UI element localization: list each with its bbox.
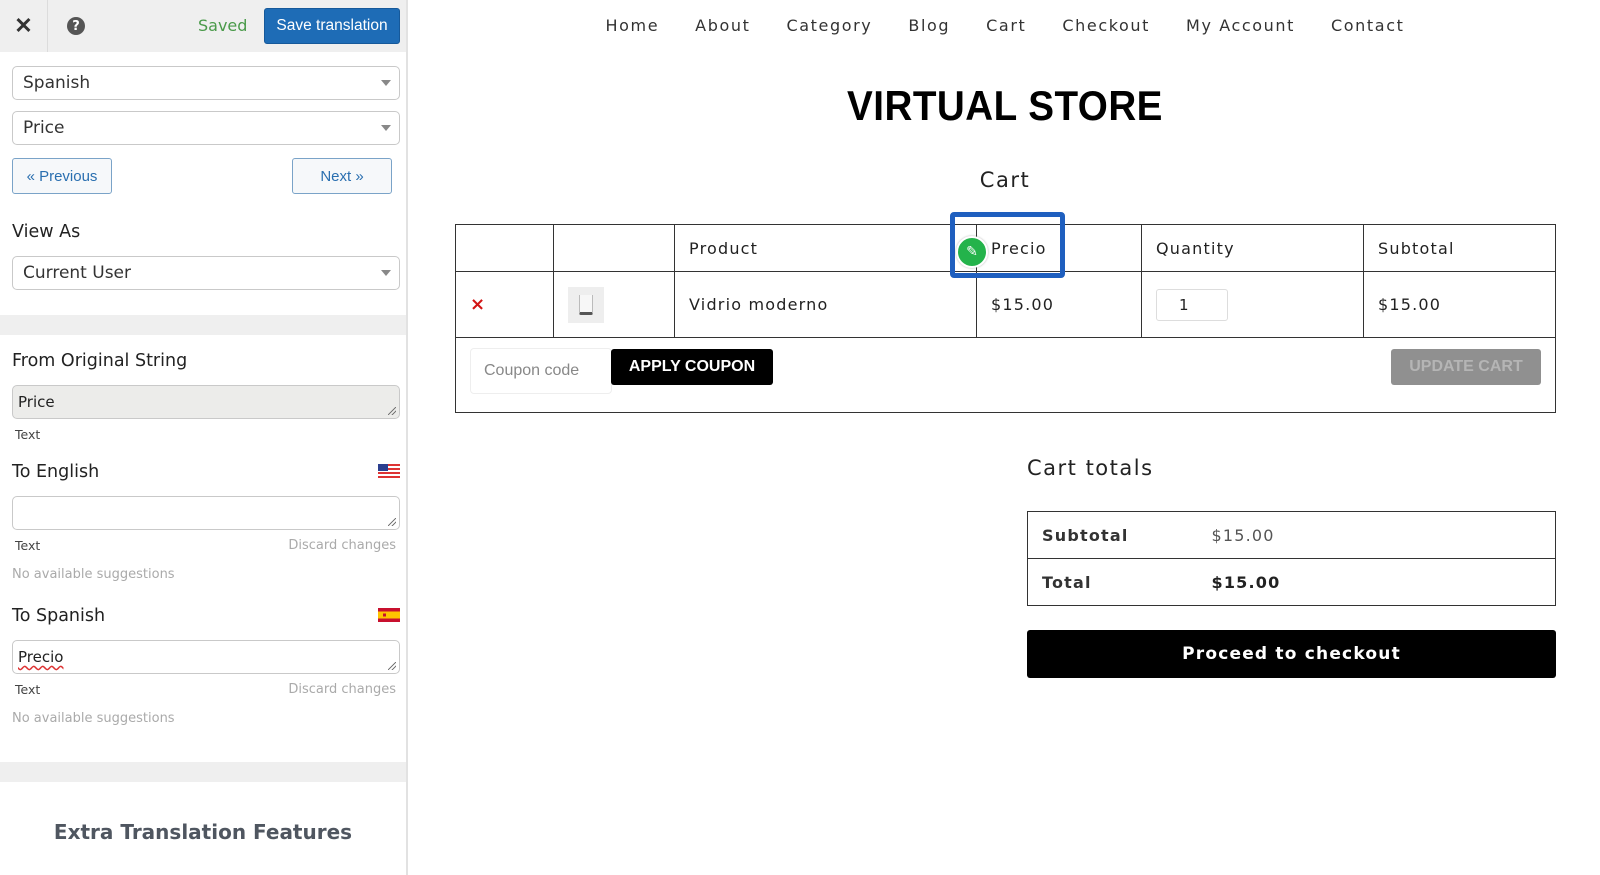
- menu-item-cart[interactable]: Cart: [986, 16, 1026, 35]
- site-preview: Home About Category Blog Cart Checkout M…: [410, 0, 1600, 875]
- totals-row: Subtotal $15.00: [1027, 511, 1556, 559]
- to-spanish-label: To Spanish: [12, 606, 106, 626]
- help-icon: ?: [67, 17, 85, 35]
- next-button[interactable]: Next »: [292, 158, 392, 194]
- english-discard-changes-link[interactable]: Discard changes: [288, 538, 396, 553]
- totals-label: Subtotal: [1027, 511, 1212, 559]
- store-title[interactable]: VIRTUAL STORE: [458, 82, 1553, 130]
- original-string-value: Price: [18, 393, 55, 411]
- spanish-discard-changes-link[interactable]: Discard changes: [288, 682, 396, 697]
- coupon-code-input[interactable]: Coupon code: [470, 348, 612, 394]
- pencil-icon: ✎: [966, 244, 978, 260]
- string-select-value: Price: [23, 118, 65, 138]
- cart-actions-row: Coupon code APPLY COUPON UPDATE CART: [455, 337, 1556, 413]
- header-subtotal: Subtotal: [1363, 224, 1556, 272]
- language-select-value: Spanish: [23, 73, 91, 93]
- close-button[interactable]: ✕: [0, 0, 48, 52]
- edit-translation-button[interactable]: ✎: [956, 236, 988, 268]
- quantity-input[interactable]: 1: [1156, 288, 1228, 321]
- spanish-translation-input[interactable]: Precio: [12, 640, 400, 674]
- view-as-select[interactable]: Current User: [12, 256, 400, 290]
- es-flag-icon: [378, 608, 400, 622]
- english-translation-input[interactable]: [12, 496, 400, 530]
- chevron-down-icon: [381, 125, 391, 131]
- panel-toolbar: ✕ ? Saved Save translation: [0, 0, 406, 52]
- apply-coupon-button[interactable]: APPLY COUPON: [611, 349, 773, 385]
- close-icon: ✕: [14, 13, 33, 38]
- menu-item-home[interactable]: Home: [606, 16, 660, 35]
- remove-item-icon[interactable]: ×: [470, 294, 486, 315]
- previous-button[interactable]: « Previous: [12, 158, 112, 194]
- section-divider: [0, 762, 406, 782]
- glass-image: [579, 294, 593, 315]
- spanish-translation-value: Precio: [18, 648, 64, 666]
- us-flag-icon: [378, 464, 400, 478]
- totals-value: $15.00: [1211, 511, 1556, 559]
- chevron-down-icon: [381, 270, 391, 276]
- header-remove: [455, 224, 554, 272]
- chevron-down-icon: [381, 80, 391, 86]
- header-product: Product: [674, 224, 977, 272]
- totals-value: $15.00: [1211, 558, 1556, 606]
- view-as-label: View As: [12, 222, 81, 242]
- to-english-label: To English: [12, 462, 100, 482]
- resize-handle-icon[interactable]: [388, 662, 396, 670]
- menu-item-blog[interactable]: Blog: [908, 16, 950, 35]
- section-divider: [0, 315, 406, 335]
- spanish-suggestions-text: No available suggestions: [12, 711, 175, 726]
- header-price[interactable]: Precio: [976, 224, 1142, 272]
- header-thumbnail: [553, 224, 675, 272]
- cart-table: Product Precio Quantity Subtotal × Vidri…: [455, 224, 1556, 413]
- resize-handle-icon[interactable]: [388, 518, 396, 526]
- spanish-type-label: Text: [15, 682, 41, 697]
- main-menu: Home About Category Blog Cart Checkout M…: [410, 16, 1600, 35]
- header-quantity: Quantity: [1141, 224, 1364, 272]
- menu-item-category[interactable]: Category: [786, 16, 872, 35]
- english-type-label: Text: [15, 538, 41, 553]
- totals-label: Total: [1027, 558, 1212, 606]
- cart-table-header: Product Precio Quantity Subtotal: [455, 224, 1556, 272]
- menu-item-contact[interactable]: Contact: [1331, 16, 1404, 35]
- menu-item-checkout[interactable]: Checkout: [1062, 16, 1150, 35]
- original-type-label: Text: [15, 427, 41, 442]
- table-row: × Vidrio moderno $15.00 1 $15.00: [455, 271, 1556, 338]
- translation-panel: ✕ ? Saved Save translation Spanish Price…: [0, 0, 408, 875]
- save-translation-button[interactable]: Save translation: [264, 8, 400, 44]
- help-button[interactable]: ?: [48, 0, 104, 52]
- view-as-select-value: Current User: [23, 263, 132, 283]
- original-string-field: Price: [12, 385, 400, 419]
- product-subtotal: $15.00: [1363, 271, 1556, 338]
- product-name[interactable]: Vidrio moderno: [674, 271, 977, 338]
- page-title: Cart: [979, 168, 1031, 192]
- update-cart-button: UPDATE CART: [1391, 349, 1541, 385]
- totals-row: Total $15.00: [1027, 558, 1556, 606]
- language-select[interactable]: Spanish: [12, 66, 400, 100]
- cart-totals-table: Subtotal $15.00 Total $15.00: [1027, 511, 1556, 606]
- english-suggestions-text: No available suggestions: [12, 567, 175, 582]
- product-thumbnail[interactable]: [568, 286, 604, 323]
- string-select[interactable]: Price: [12, 111, 400, 145]
- extra-features-title: Extra Translation Features: [53, 820, 353, 844]
- menu-item-my-account[interactable]: My Account: [1186, 16, 1295, 35]
- saved-status: Saved: [198, 16, 248, 35]
- proceed-to-checkout-button[interactable]: Proceed to checkout: [1027, 630, 1556, 678]
- menu-item-about[interactable]: About: [695, 16, 750, 35]
- product-price: $15.00: [976, 271, 1142, 338]
- resize-handle-icon[interactable]: [388, 407, 396, 415]
- cart-totals-title: Cart totals: [1027, 456, 1154, 480]
- original-string-label: From Original String: [12, 351, 188, 371]
